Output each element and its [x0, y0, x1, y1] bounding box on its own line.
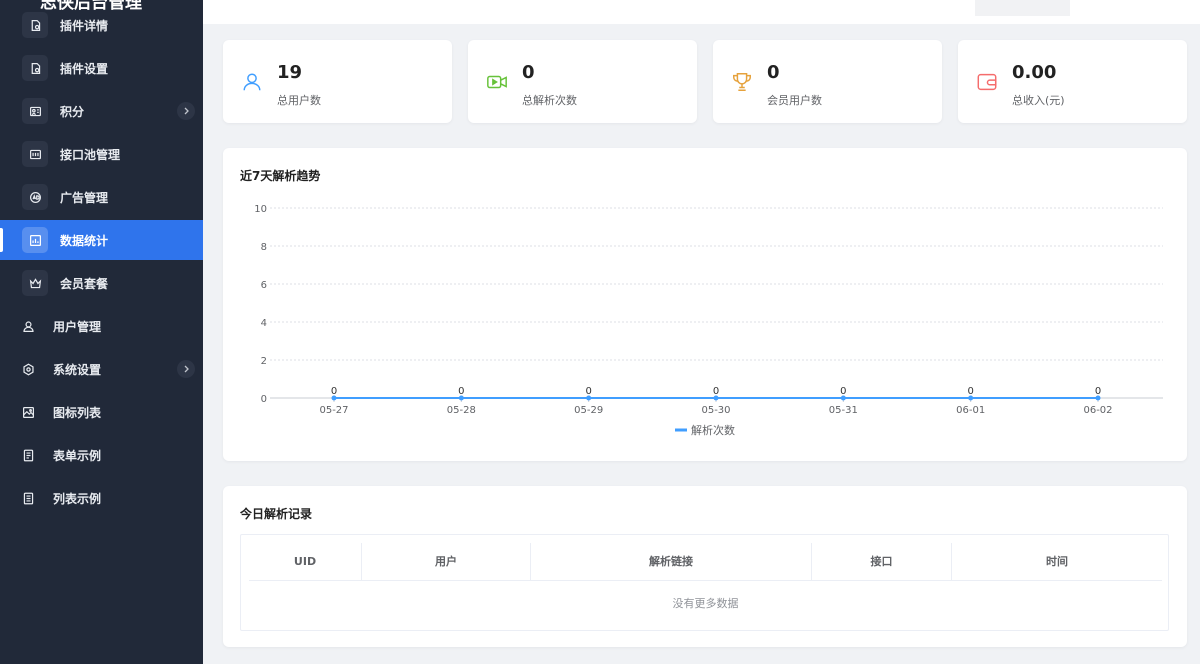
stat-label: 总用户数 — [277, 94, 321, 107]
legend-label: 解析次数 — [691, 423, 735, 437]
data-label: 0 — [331, 386, 337, 397]
sidebar-item-label: 接口池管理 — [60, 147, 121, 162]
y-tick-label: 10 — [254, 204, 267, 215]
sidebar-item-points[interactable]: 积分 — [0, 91, 203, 131]
chevron-right-icon[interactable] — [177, 102, 195, 120]
sidebar-item-label: 数据统计 — [60, 233, 109, 248]
stat-value: 0 — [767, 62, 780, 83]
empty-state-text: 没有更多数据 — [672, 597, 739, 610]
column-header-uid[interactable]: UID — [249, 543, 362, 581]
header-button[interactable] — [975, 0, 1070, 16]
column-header-user[interactable]: 用户 — [362, 543, 531, 581]
plugin-settings-icon — [22, 55, 48, 81]
form-icon — [15, 442, 41, 468]
y-tick-label: 4 — [261, 318, 267, 329]
stat-value: 19 — [277, 62, 303, 83]
table-header: UID 用户 解析链接 接口 时间 — [249, 543, 1162, 581]
records-table: UID 用户 解析链接 接口 时间 没有更多数据 — [240, 534, 1169, 631]
plugin-file-icon — [22, 12, 48, 38]
trend-line-chart: 0 2 4 6 8 10 05-27 05-28 05-29 05-30 05-31 06-01 06-… — [254, 204, 1163, 437]
stat-label: 会员用户数 — [767, 94, 822, 107]
sidebar-item-users[interactable]: 用户管理 — [0, 306, 203, 346]
sidebar-item-label: 广告管理 — [60, 190, 109, 205]
trophy-icon — [733, 73, 751, 91]
sidebar-item-list-example[interactable]: 列表示例 — [0, 478, 203, 518]
x-tick-label: 06-01 — [956, 405, 985, 416]
list-icon — [15, 485, 41, 511]
data-label: 0 — [1095, 386, 1101, 397]
sidebar-item-label: 会员套餐 — [60, 276, 109, 291]
column-header-time[interactable]: 时间 — [952, 543, 1162, 581]
gear-icon — [15, 356, 41, 382]
x-tick-label: 05-31 — [829, 405, 858, 416]
data-label: 0 — [458, 386, 464, 397]
stat-card-total-users: 19 总用户数 — [223, 40, 452, 123]
data-label: 0 — [713, 386, 719, 397]
sidebar-item-plugin-settings[interactable]: 插件设置 — [0, 48, 203, 88]
today-records-card: 今日解析记录 UID 用户 解析链接 接口 时间 没有更多数据 — [223, 486, 1187, 647]
stat-value: 0.00 — [1012, 62, 1057, 83]
api-pool-icon — [22, 141, 48, 167]
y-tick-label: 0 — [261, 394, 267, 405]
user-icon — [243, 73, 261, 91]
sidebar-item-plugin-detail[interactable]: 插件详情 — [0, 5, 203, 45]
sidebar-item-system-settings[interactable]: 系统设置 — [0, 349, 203, 389]
ad-icon — [22, 184, 48, 210]
sidebar-item-label: 系统设置 — [53, 362, 102, 377]
stat-card-total-parses: 0 总解析次数 — [468, 40, 697, 123]
chevron-right-icon[interactable] — [177, 360, 195, 378]
sidebar-item-membership[interactable]: 会员套餐 — [0, 263, 203, 303]
chart-icon — [22, 227, 48, 253]
x-tick-label: 05-29 — [574, 405, 603, 416]
column-header-link[interactable]: 解析链接 — [531, 543, 812, 581]
trend-chart-card: 近7天解析趋势 0 2 4 6 8 10 05-27 05-28 05-29 05-30 05-31… — [223, 148, 1187, 461]
sidebar-item-label: 用户管理 — [53, 319, 102, 334]
stat-label: 总收入(元) — [1012, 94, 1065, 107]
column-header-api[interactable]: 接口 — [812, 543, 952, 581]
sidebar-item-label: 表单示例 — [53, 448, 102, 463]
x-tick-label: 06-02 — [1083, 405, 1112, 416]
x-tick-label: 05-28 — [447, 405, 476, 416]
sidebar-item-ads[interactable]: 广告管理 — [0, 177, 203, 217]
y-tick-label: 8 — [261, 242, 267, 253]
sidebar-item-label: 列表示例 — [53, 491, 102, 506]
data-label: 0 — [967, 386, 973, 397]
stat-card-revenue: 0.00 总收入(元) — [958, 40, 1187, 123]
wallet-icon — [977, 73, 997, 91]
sidebar-item-label: 插件详情 — [60, 18, 109, 33]
records-title: 今日解析记录 — [240, 507, 313, 521]
y-tick-label: 2 — [261, 356, 267, 367]
user-icon — [15, 313, 41, 339]
stat-card-members: 0 会员用户数 — [713, 40, 942, 123]
image-icon — [15, 399, 41, 425]
points-icon — [22, 98, 48, 124]
x-tick-label: 05-30 — [701, 405, 730, 416]
sidebar-item-label: 插件设置 — [60, 61, 109, 76]
sidebar-item-label: 积分 — [60, 104, 85, 119]
sidebar-item-statistics[interactable]: 数据统计 — [0, 220, 203, 260]
sidebar-item-form-example[interactable]: 表单示例 — [0, 435, 203, 475]
data-label: 0 — [585, 386, 591, 397]
stat-label: 总解析次数 — [522, 94, 577, 107]
sidebar-item-icon-list[interactable]: 图标列表 — [0, 392, 203, 432]
crown-icon — [22, 270, 48, 296]
sidebar: 志侠后台管理 插件详情 插件设置 积分 接口池管理 广告管理 数据统计 会员套餐… — [0, 0, 203, 664]
stat-value: 0 — [522, 62, 535, 83]
video-icon — [487, 75, 507, 89]
data-label: 0 — [840, 386, 846, 397]
top-header — [203, 0, 1200, 24]
x-tick-label: 05-27 — [319, 405, 348, 416]
y-tick-label: 6 — [261, 280, 267, 291]
sidebar-item-label: 图标列表 — [53, 405, 102, 420]
sidebar-item-api-pool[interactable]: 接口池管理 — [0, 134, 203, 174]
